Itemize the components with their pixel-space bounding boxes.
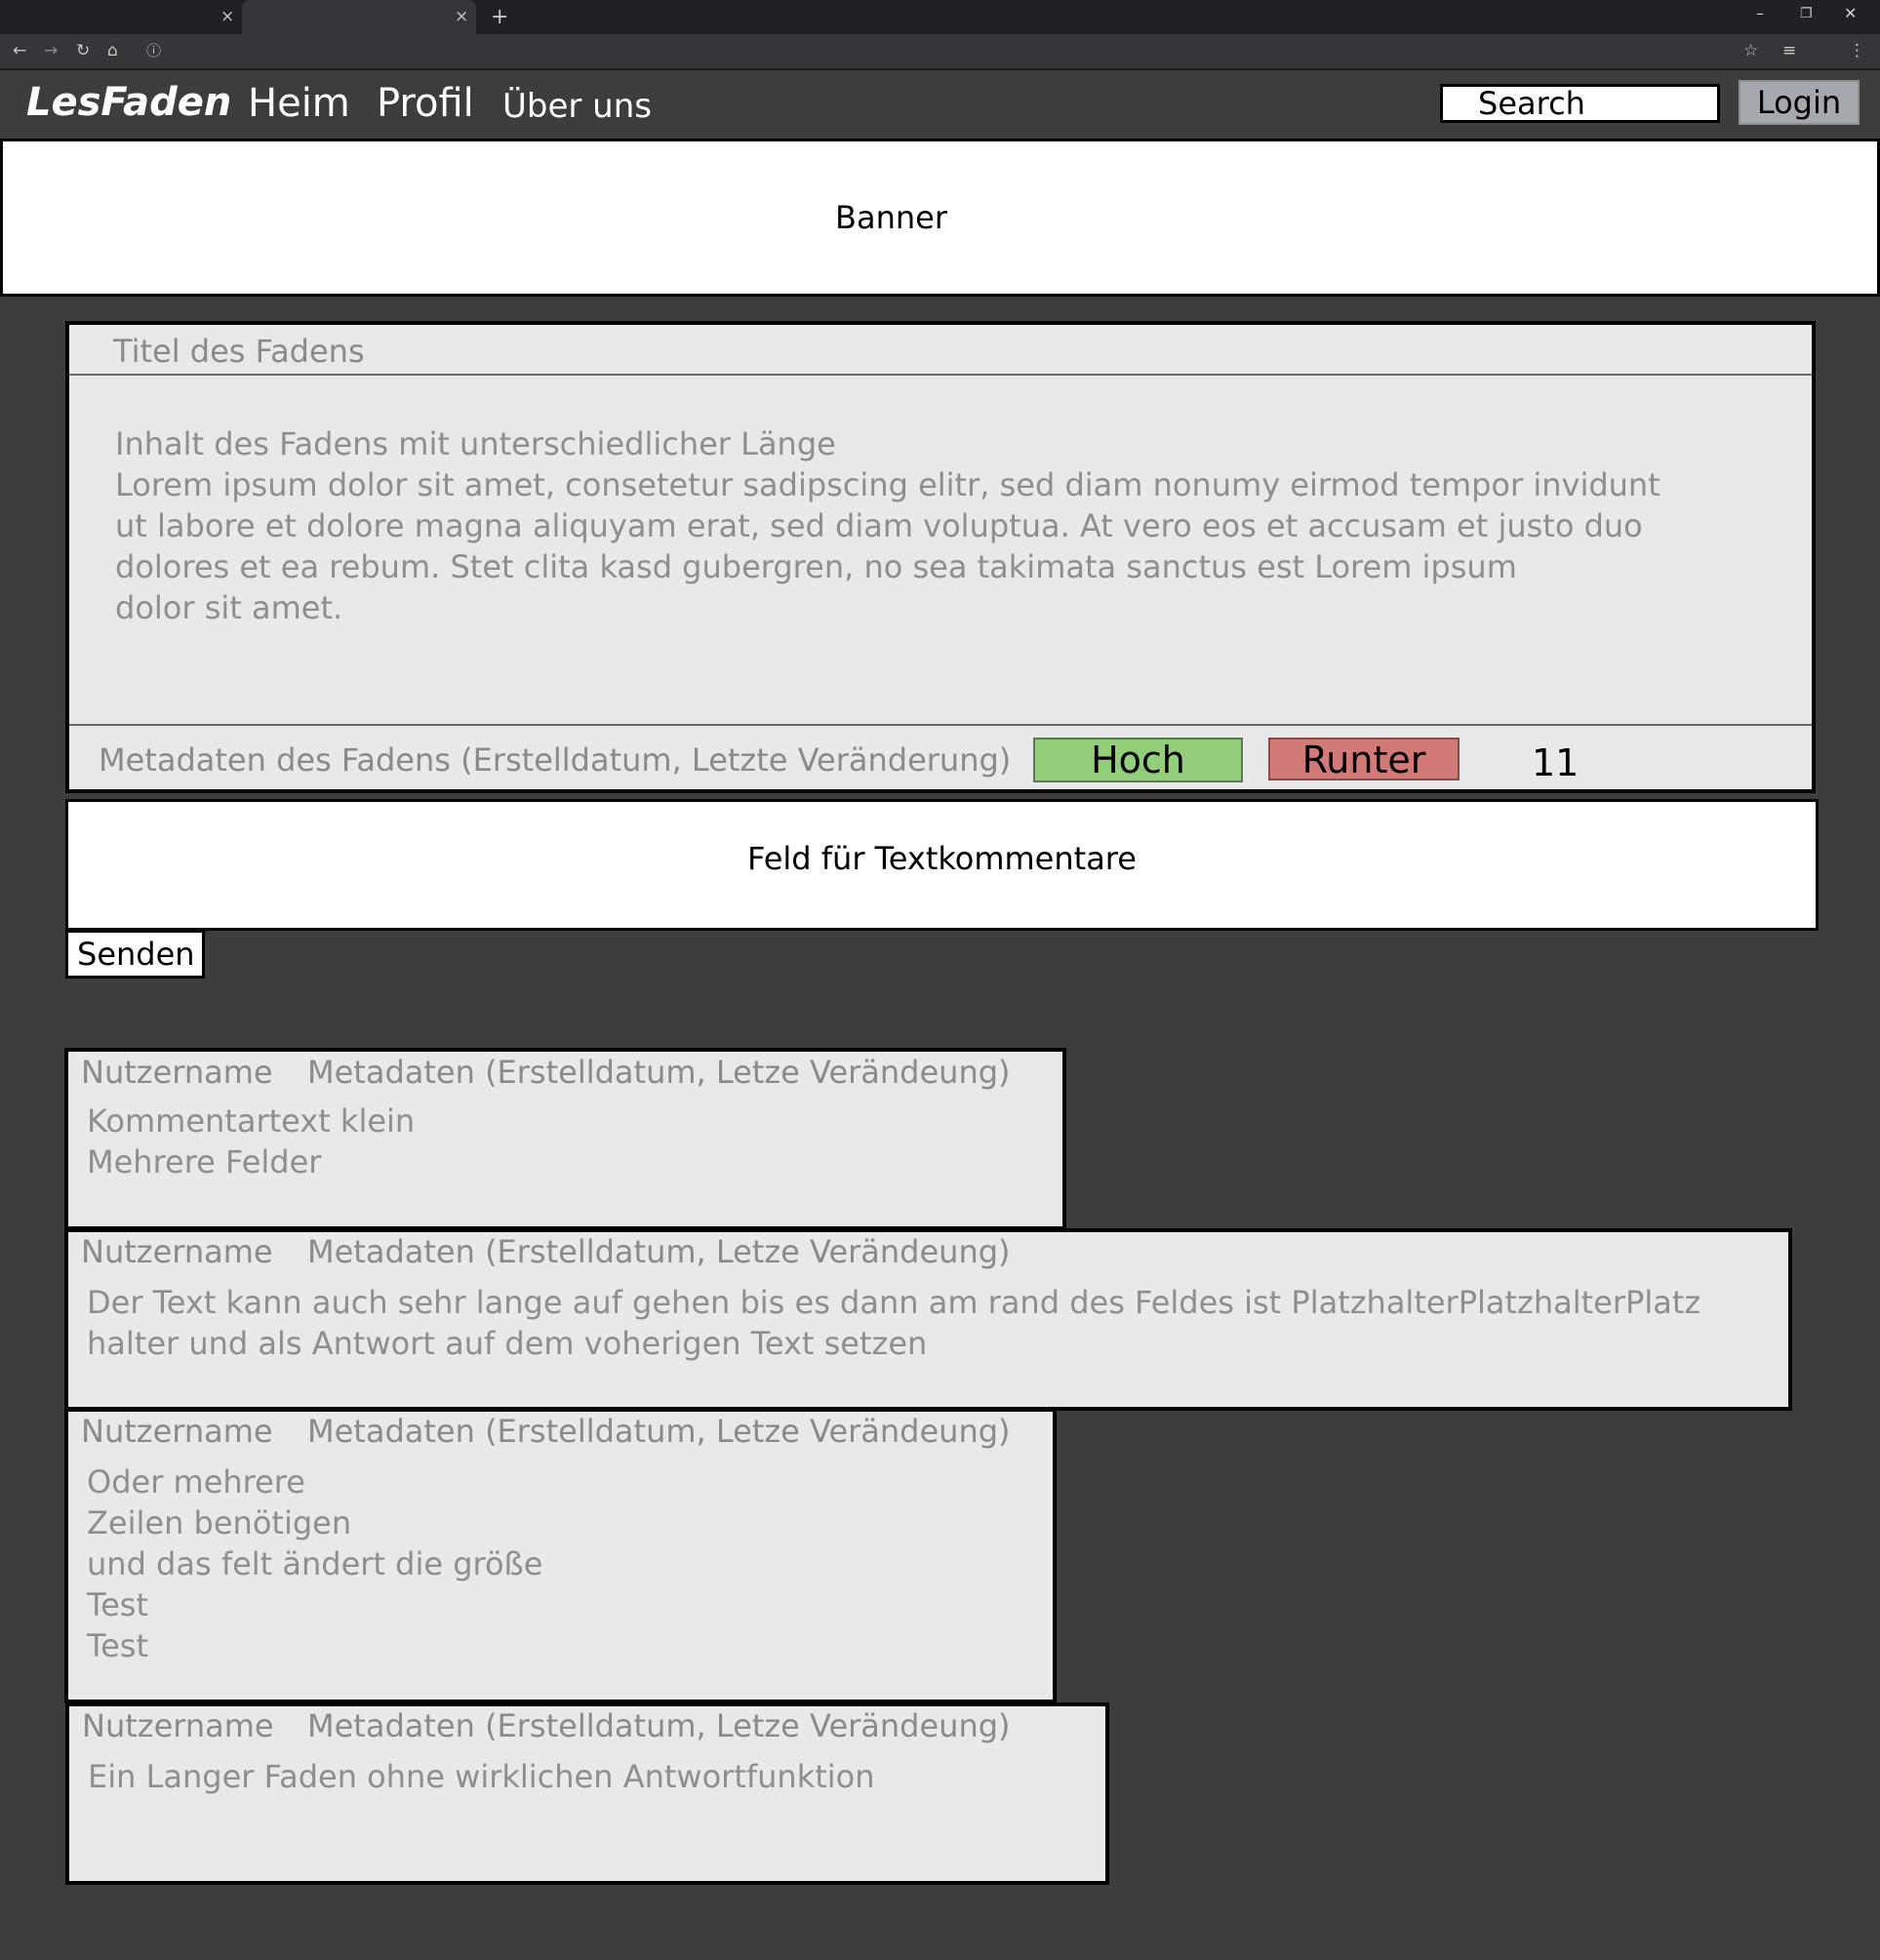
new-tab-icon[interactable]: +: [491, 0, 508, 34]
comment-username: Nutzername: [81, 1233, 273, 1270]
nav-link-heim[interactable]: Heim: [248, 78, 350, 129]
minimize-icon[interactable]: –: [1756, 0, 1764, 27]
restore-icon[interactable]: ❐: [1800, 0, 1813, 27]
comment-text: Der Text kann auch sehr lange auf gehen …: [87, 1284, 1701, 1362]
send-button[interactable]: Senden: [65, 930, 205, 979]
playlist-icon[interactable]: ≡: [1782, 34, 1796, 68]
banner-label: Banner: [835, 199, 947, 236]
thread-card: Titel des Fadens Inhalt des Fadens mit u…: [65, 321, 1816, 793]
comment-username: Nutzername: [81, 1054, 273, 1091]
comment-textarea[interactable]: Feld für Textkommentare: [65, 799, 1819, 931]
star-icon[interactable]: ☆: [1743, 34, 1758, 68]
nav-link-ueber-uns[interactable]: Über uns: [502, 81, 652, 132]
comment-username: Nutzername: [81, 1413, 273, 1450]
browser-tab[interactable]: ×: [0, 0, 242, 34]
comment-metadata: Metadaten (Erstelldatum, Letze Verändeun…: [307, 1413, 1011, 1450]
browser-tab-active[interactable]: ×: [242, 0, 476, 34]
browser-toolbar: [0, 34, 1880, 68]
vote-count: 11: [1532, 741, 1580, 784]
back-icon[interactable]: ←: [13, 34, 26, 68]
search-input[interactable]: Search: [1440, 84, 1720, 123]
comment-text: Kommentartext klein Mehrere Felder: [87, 1102, 416, 1180]
comment-metadata: Metadaten (Erstelldatum, Letze Verändeun…: [307, 1707, 1011, 1744]
downvote-button[interactable]: Runter: [1268, 738, 1460, 780]
thread-meta-row: Metadaten des Fadens (Erstelldatum, Letz…: [69, 724, 1812, 793]
thread-metadata: Metadaten des Fadens (Erstelldatum, Letz…: [99, 741, 1012, 779]
forward-icon[interactable]: →: [44, 34, 58, 68]
comment-text: Oder mehrere Zeilen benötigen und das fe…: [87, 1463, 543, 1664]
browser-tab-bar: × × + – ❐ ✕: [0, 0, 1880, 34]
comment-metadata: Metadaten (Erstelldatum, Letze Verändeun…: [307, 1054, 1011, 1091]
comment-card: Nutzername Metadaten (Erstelldatum, Letz…: [64, 1228, 1792, 1411]
comment-card: Nutzername Metadaten (Erstelldatum, Letz…: [64, 1048, 1066, 1230]
comment-card: Nutzername Metadaten (Erstelldatum, Letz…: [65, 1702, 1109, 1885]
thread-body: Inhalt des Fadens mit unterschiedlicher …: [115, 425, 1660, 626]
tab-close-icon[interactable]: ×: [455, 0, 468, 34]
info-icon[interactable]: ⓘ: [146, 34, 161, 68]
tab-close-icon[interactable]: ×: [220, 0, 234, 34]
thread-title-row: Titel des Fadens: [69, 325, 1812, 376]
menu-icon[interactable]: ⋮: [1849, 34, 1865, 68]
thread-title: Titel des Fadens: [113, 333, 365, 370]
reload-icon[interactable]: ↻: [76, 34, 90, 68]
close-icon[interactable]: ✕: [1844, 0, 1857, 27]
upvote-button[interactable]: Hoch: [1033, 738, 1243, 782]
site-logo[interactable]: LesFaden: [26, 78, 231, 127]
comment-metadata: Metadaten (Erstelldatum, Letze Verändeun…: [307, 1233, 1011, 1270]
home-icon[interactable]: ⌂: [107, 34, 118, 68]
comment-username: Nutzername: [82, 1707, 274, 1744]
comment-text: Ein Langer Faden ohne wirklichen Antwort…: [88, 1758, 875, 1795]
comment-card: Nutzername Metadaten (Erstelldatum, Letz…: [64, 1408, 1057, 1703]
banner: Banner: [0, 139, 1880, 297]
nav-link-profil[interactable]: Profil: [377, 78, 474, 129]
comment-textarea-label: Feld für Textkommentare: [747, 840, 1137, 877]
login-button[interactable]: Login: [1739, 80, 1860, 125]
